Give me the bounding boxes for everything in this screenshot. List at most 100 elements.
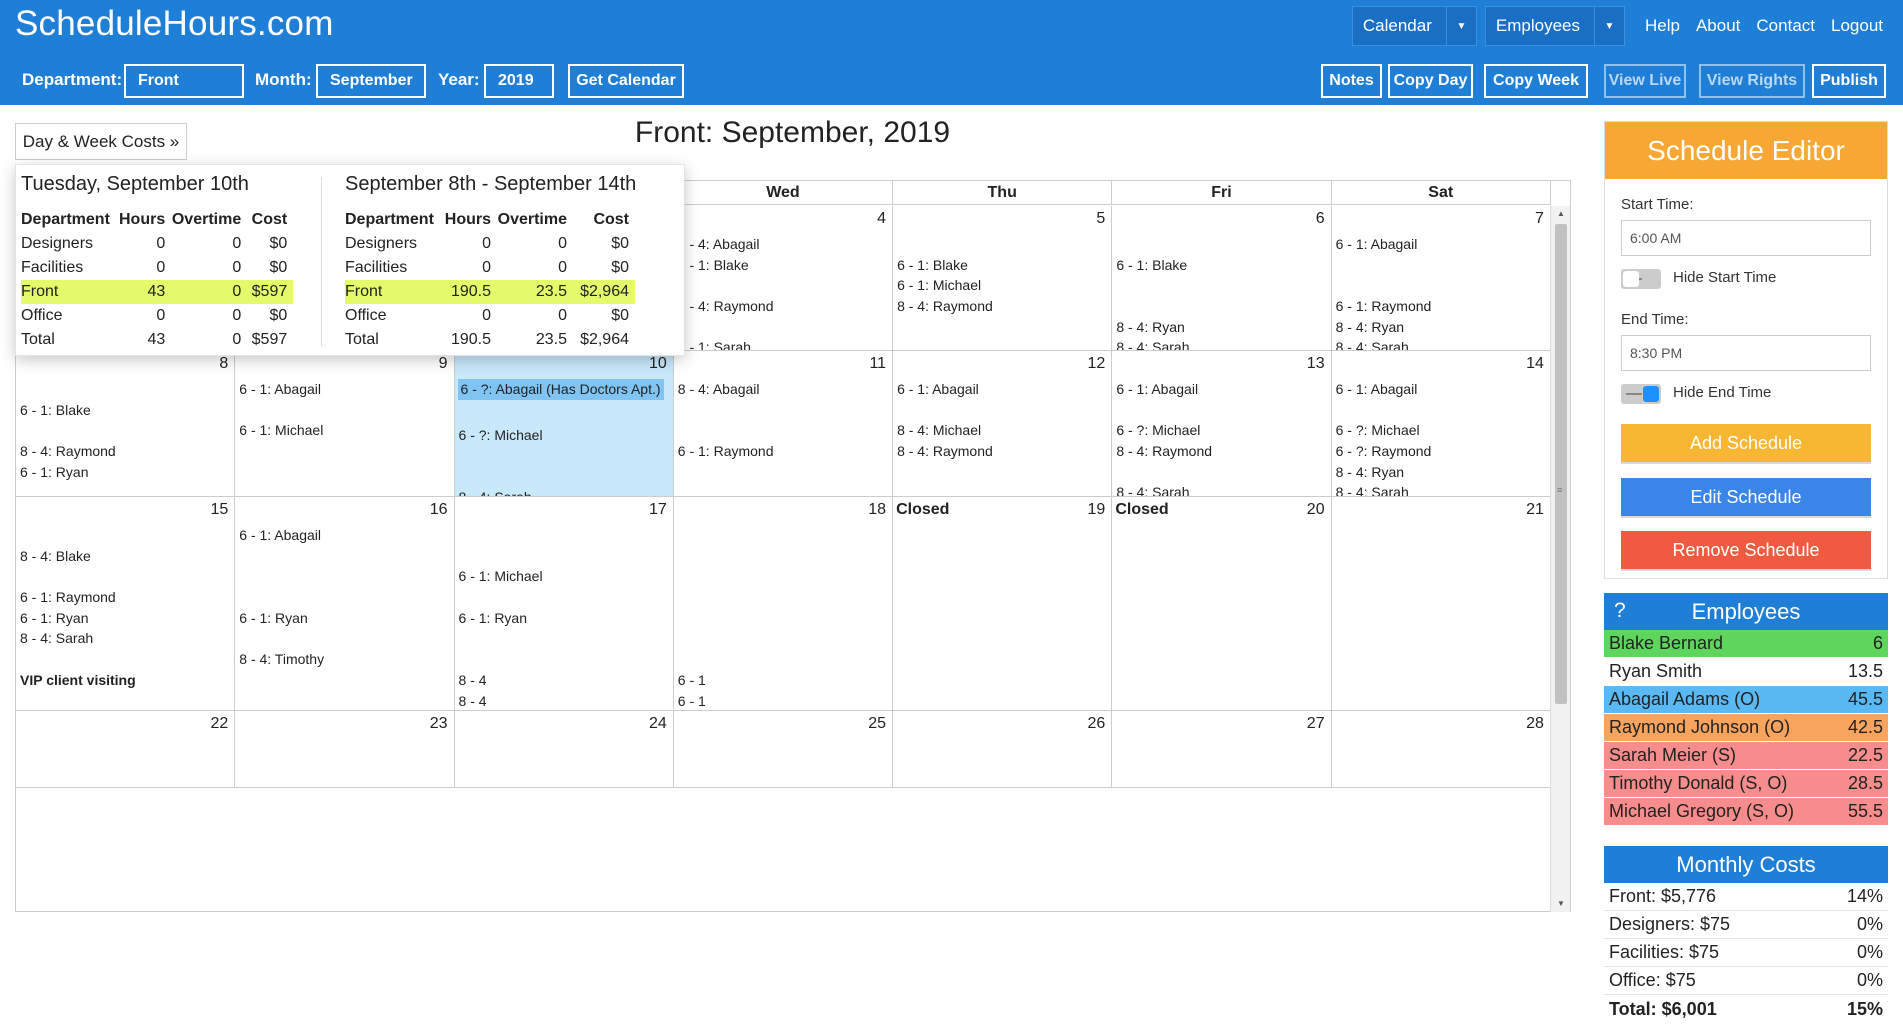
schedule-entry[interactable]: 6 - 4: Abagail bbox=[678, 234, 890, 255]
calendar-day[interactable]: 20 Closed bbox=[1112, 497, 1332, 710]
calendar-day[interactable]: 24 bbox=[455, 711, 674, 787]
day-note[interactable]: VIP client visiting bbox=[20, 670, 232, 691]
calendar-menu-label[interactable]: Calendar bbox=[1353, 16, 1446, 36]
calendar-day[interactable]: 13 6 - 1: Abagail 6 - ?: Michael 8 - 4: Ra… bbox=[1112, 351, 1332, 496]
calendar-day[interactable]: 7 6 - 1: Abagail 6 - 1: Raymond 8 - 4: Rya… bbox=[1332, 206, 1551, 350]
schedule-entry[interactable]: 8 - 4: Raymond bbox=[897, 296, 1109, 317]
schedule-entry[interactable]: 8 - 4: Raymond bbox=[897, 441, 1109, 462]
schedule-entry[interactable]: 8 - 4: Sarah bbox=[1116, 337, 1328, 350]
employee-row[interactable]: Michael Gregory (S, O) 55.5 bbox=[1604, 798, 1888, 826]
schedule-entry[interactable]: 6 - 1: Abagail bbox=[239, 525, 451, 546]
employee-row[interactable]: Timothy Donald (S, O) 28.5 bbox=[1604, 770, 1888, 798]
schedule-entry[interactable]: 6 - 1: Blake bbox=[20, 400, 232, 421]
schedule-entry[interactable]: 6 - 1: Raymond bbox=[678, 441, 890, 462]
schedule-entry[interactable]: 8 - 4: Sarah bbox=[20, 628, 232, 649]
calendar-day[interactable]: 19 Closed bbox=[893, 497, 1113, 710]
schedule-entry[interactable]: 8 - 4: Sarah bbox=[1116, 482, 1328, 496]
add-schedule-button[interactable]: Add Schedule bbox=[1621, 424, 1871, 462]
schedule-entry[interactable]: 6 - 1: Abagail bbox=[1336, 379, 1548, 400]
calendar-day[interactable]: 21 bbox=[1332, 497, 1551, 710]
caret-down-icon[interactable]: ▼ bbox=[1445, 7, 1476, 45]
notes-button[interactable]: Notes bbox=[1321, 64, 1382, 98]
schedule-entry[interactable]: 6 - 1: Michael bbox=[239, 420, 451, 441]
schedule-entry[interactable]: 8 - 4: Ryan bbox=[1336, 317, 1548, 338]
employee-row[interactable]: Sarah Meier (S) 22.5 bbox=[1604, 742, 1888, 770]
calendar-day[interactable]: 4 6 - 4: Abagail 6 - 1: Blake 8 - 4: Raymo… bbox=[674, 206, 894, 350]
calendar-day[interactable]: 14 6 - 1: Abagail 6 - ?: Michael 6 - ?: Ra… bbox=[1332, 351, 1551, 496]
schedule-entry[interactable]: 6 - 1: Abagail bbox=[239, 379, 451, 400]
calendar-menu[interactable]: Calendar ▼ bbox=[1351, 6, 1477, 46]
year-select[interactable]: 2019 bbox=[484, 64, 554, 98]
calendar-day[interactable]: 18 6 - 16 - 18 - 48 - 4 bbox=[674, 497, 894, 711]
calendar-day[interactable]: 23 bbox=[235, 711, 455, 787]
view-rights-button[interactable]: View Rights bbox=[1699, 64, 1805, 98]
schedule-entry[interactable]: 6 - 1: Ryan bbox=[239, 608, 451, 629]
calendar-day[interactable]: 15 8 - 4: Blake 6 - 1: Raymond 6 - 1: Rya… bbox=[16, 497, 236, 710]
schedule-entry[interactable]: 6 - 1 bbox=[678, 670, 890, 691]
hide-end-time-toggle[interactable] bbox=[1621, 384, 1661, 404]
site-logo[interactable]: ScheduleHours.com bbox=[15, 4, 334, 44]
calendar-day[interactable]: 26 bbox=[893, 711, 1113, 787]
schedule-entry[interactable]: 8 - 4: Raymond bbox=[678, 296, 890, 317]
schedule-entry[interactable]: 8 - 4: Michael bbox=[897, 420, 1109, 441]
schedule-entry[interactable]: 8 - 4: Sarah bbox=[1336, 337, 1548, 350]
calendar-day[interactable]: 12 6 - 1: Abagail 8 - 4: Michael 8 - 4: Ra… bbox=[893, 351, 1113, 496]
schedule-entry[interactable]: 6 - 1: Blake bbox=[1116, 255, 1328, 276]
schedule-entry[interactable]: 8 - 4: Sarah bbox=[1336, 482, 1548, 496]
schedule-entry[interactable]: 8 - 4 bbox=[459, 691, 671, 711]
schedule-entry[interactable]: 6 - 1: Michael bbox=[897, 275, 1109, 296]
calendar-day[interactable]: 27 bbox=[1112, 711, 1332, 787]
help-icon[interactable]: ? bbox=[1614, 599, 1626, 623]
employee-row[interactable]: Raymond Johnson (O) 42.5 bbox=[1604, 714, 1888, 742]
calendar-day[interactable]: 5 6 - 1: Blake 6 - 1: Michael 8 - 4: Raymo… bbox=[893, 206, 1113, 350]
schedule-entry[interactable]: 6 - ?: Michael bbox=[1116, 420, 1328, 441]
employees-menu-label[interactable]: Employees bbox=[1486, 16, 1594, 36]
start-time-input[interactable]: 6:00 AM bbox=[1621, 220, 1871, 256]
publish-button[interactable]: Publish bbox=[1812, 64, 1886, 98]
calendar-day[interactable]: 9 6 - 1: Abagail 6 - 1: Michael 8 - 4: Ti… bbox=[235, 351, 455, 496]
schedule-entry[interactable]: 6 - 1: Abagail bbox=[897, 379, 1109, 400]
schedule-entry[interactable]: 6 - 1: Ryan bbox=[459, 608, 671, 629]
employees-menu[interactable]: Employees ▼ bbox=[1484, 6, 1625, 46]
schedule-entry[interactable]: 8 - 4: Raymond bbox=[1116, 441, 1328, 462]
schedule-entry[interactable]: 8 - 4: Raymond bbox=[20, 441, 232, 462]
employee-row[interactable]: Abagail Adams (O) 45.5 bbox=[1604, 686, 1888, 714]
caret-down-icon[interactable]: ▼ bbox=[1594, 7, 1624, 45]
calendar-day[interactable]: 28 bbox=[1332, 711, 1551, 787]
calendar-day[interactable]: 16 6 - 1: Abagail 6 - 1: Ryan 8 - 4: Timo… bbox=[235, 497, 455, 710]
schedule-entry[interactable]: 6 - 1: Raymond bbox=[20, 587, 232, 608]
edit-schedule-button[interactable]: Edit Schedule bbox=[1621, 478, 1871, 516]
schedule-entry[interactable]: 6 - 1: Raymond bbox=[1336, 296, 1548, 317]
scroll-thumb[interactable] bbox=[1555, 224, 1567, 704]
schedule-entry[interactable]: 8 - 4: Timothy bbox=[239, 649, 451, 670]
scroll-down-icon[interactable]: ▼ bbox=[1551, 896, 1571, 912]
copy-day-button[interactable]: Copy Day bbox=[1388, 64, 1473, 98]
logout-link[interactable]: Logout bbox=[1831, 16, 1883, 36]
schedule-entry[interactable]: 6 - 1: Abagail bbox=[1336, 234, 1548, 255]
department-select[interactable]: Front bbox=[124, 64, 244, 98]
view-live-button[interactable]: View Live bbox=[1604, 64, 1686, 98]
calendar-day[interactable]: 22 bbox=[16, 711, 236, 787]
schedule-entry[interactable]: 8 - 4 bbox=[459, 670, 671, 691]
scroll-up-icon[interactable]: ▲ bbox=[1551, 206, 1571, 222]
help-link[interactable]: Help bbox=[1645, 16, 1680, 36]
hide-start-time-toggle[interactable] bbox=[1621, 269, 1661, 289]
end-time-input[interactable]: 8:30 PM bbox=[1621, 335, 1871, 371]
schedule-entry[interactable]: 6 - ?: Michael bbox=[1336, 420, 1548, 441]
schedule-entry[interactable]: 6 - 1: Sarah bbox=[678, 337, 890, 350]
calendar-day[interactable]: 11 8 - 4: Abagail 6 - 1: Raymond 6 - 1: T… bbox=[674, 351, 894, 496]
schedule-entry[interactable]: 6 - ?: Raymond bbox=[1336, 441, 1548, 462]
day-week-costs-button[interactable]: Day & Week Costs » bbox=[15, 123, 187, 160]
schedule-entry[interactable]: 8 - 4: Blake bbox=[20, 546, 232, 567]
schedule-entry[interactable]: 6 - 1 bbox=[678, 691, 890, 711]
contact-link[interactable]: Contact bbox=[1756, 16, 1815, 36]
calendar-day[interactable]: 10 6 - ?: Abagail (Has Doctors Apt.) 6 - … bbox=[454, 351, 674, 496]
schedule-entry[interactable]: 6 - 1: Abagail bbox=[1116, 379, 1328, 400]
calendar-day[interactable]: 6 6 - 1: Blake 8 - 4: Ryan8 - 4: Sarah6 … bbox=[1112, 206, 1332, 350]
employee-row[interactable]: Blake Bernard 6 bbox=[1604, 630, 1888, 658]
hide-end-time-label[interactable]: Hide End Time bbox=[1673, 384, 1771, 401]
remove-schedule-button[interactable]: Remove Schedule bbox=[1621, 531, 1871, 569]
schedule-entry[interactable]: 6 - 1: Blake bbox=[678, 255, 890, 276]
schedule-entry[interactable]: 8 - 4: Ryan bbox=[1336, 462, 1548, 483]
schedule-entry[interactable]: 6 - 1: Michael bbox=[459, 566, 671, 587]
